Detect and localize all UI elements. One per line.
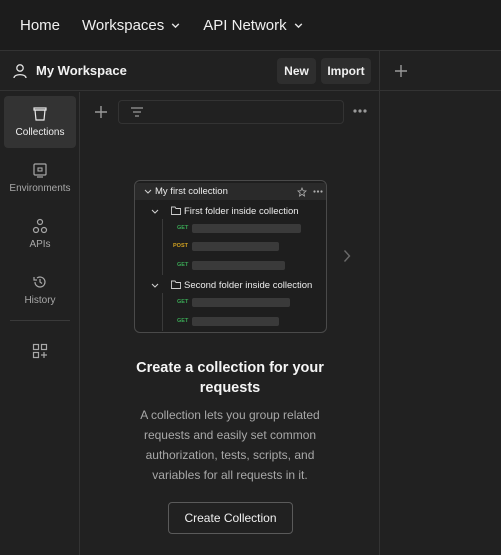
sidebar-divider: [10, 320, 70, 321]
preview-folder-name: First folder inside collection: [184, 205, 299, 217]
collection-preview-illustration: My first collection First folder inside …: [134, 180, 327, 333]
sidebar-item-history[interactable]: History: [4, 264, 76, 316]
more-options-icon[interactable]: [353, 108, 367, 114]
sidebar-item-collections[interactable]: Collections: [4, 96, 76, 148]
chevron-down-icon: [151, 282, 159, 289]
user-icon: [12, 63, 28, 79]
folder-icon: [171, 280, 181, 289]
apis-icon: [32, 218, 48, 234]
chevron-down-icon: [293, 20, 304, 31]
tree-guide-line: [162, 293, 163, 331]
empty-state-title: Create a collection for your requests: [136, 360, 324, 396]
tab-bar: [380, 51, 501, 91]
request-method: GET: [177, 299, 189, 305]
sidebar-item-environments[interactable]: Environments: [4, 152, 76, 204]
nav-workspaces[interactable]: Workspaces: [82, 17, 181, 34]
request-method: POST: [173, 243, 188, 249]
chevron-down-icon: [151, 208, 159, 215]
sidebar-item-label: Collections: [15, 127, 65, 138]
preview-folder-name: Second folder inside collection: [184, 279, 313, 291]
chevron-down-icon: [170, 20, 181, 31]
nav-home-label: Home: [20, 16, 61, 34]
request-placeholder-bar: [192, 298, 290, 307]
workspace-header: My Workspace New Import: [0, 51, 379, 91]
sidebar: Collections Environments APIs History: [0, 92, 80, 555]
import-button[interactable]: Import: [321, 58, 371, 84]
request-placeholder-bar: [192, 317, 279, 326]
preview-folder-row: First folder inside collection: [135, 203, 326, 219]
workspace-title: My Workspace: [36, 63, 127, 78]
filter-icon: [130, 106, 144, 119]
request-method: GET: [177, 262, 189, 268]
nav-workspaces-label: Workspaces: [82, 16, 165, 34]
new-button[interactable]: New: [277, 58, 316, 84]
chevron-down-icon: [144, 188, 152, 195]
sidebar-item-label: History: [24, 295, 56, 306]
new-tab-plus-icon[interactable]: [394, 64, 408, 78]
empty-state-description: A collection lets you group related requ…: [140, 408, 320, 482]
top-nav-bar: Home Workspaces API Network: [0, 0, 501, 51]
nav-home[interactable]: Home: [20, 17, 60, 34]
preview-collection-row: My first collection: [135, 183, 326, 200]
sidebar-item-label: Environments: [9, 183, 71, 194]
more-options-icon: [313, 190, 323, 193]
filter-input[interactable]: [118, 100, 344, 124]
environments-icon: [32, 162, 48, 178]
collections-panel: My first collection First folder inside …: [81, 92, 379, 555]
nav-api-network[interactable]: API Network: [203, 17, 303, 34]
request-method: GET: [177, 318, 189, 324]
chevron-right-icon: [343, 249, 351, 263]
sidebar-item-apis[interactable]: APIs: [4, 208, 76, 260]
star-icon: [297, 187, 307, 197]
add-collection-plus-icon[interactable]: [94, 105, 108, 119]
request-method: GET: [177, 225, 189, 231]
request-placeholder-bar: [192, 242, 279, 251]
preview-collection-name: My first collection: [155, 186, 228, 197]
tree-guide-line: [162, 219, 163, 275]
request-placeholder-bar: [192, 261, 285, 270]
request-placeholder-bar: [192, 224, 301, 233]
history-icon: [32, 274, 48, 290]
configure-sidebar-icon[interactable]: [32, 343, 48, 359]
create-collection-button[interactable]: Create Collection: [168, 502, 293, 534]
right-panel: [379, 51, 501, 555]
preview-folder-row: Second folder inside collection: [135, 277, 326, 293]
folder-icon: [171, 206, 181, 215]
sidebar-item-label: APIs: [29, 239, 51, 250]
collections-icon: [32, 106, 48, 122]
nav-api-network-label: API Network: [203, 16, 287, 34]
